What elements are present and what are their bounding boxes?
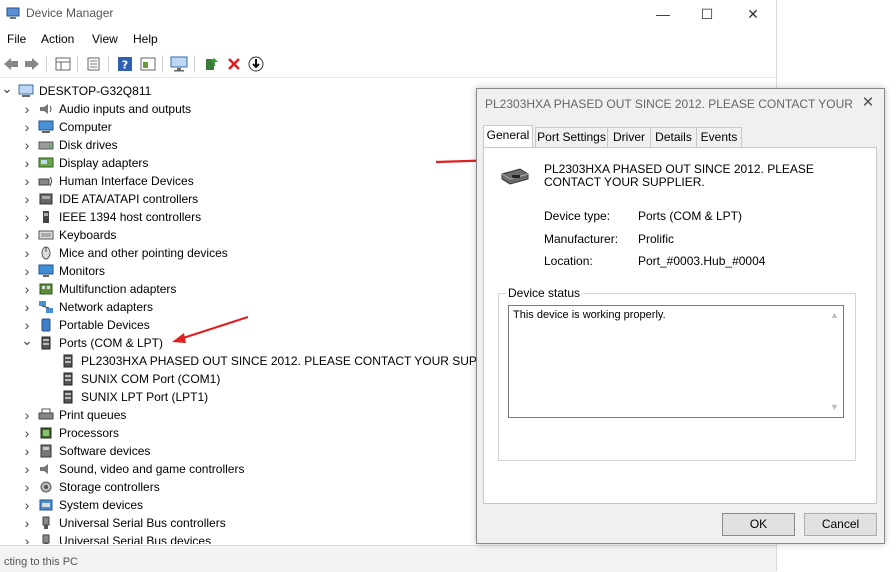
location-value: Port_#0003.Hub_#0004	[638, 254, 766, 268]
tab-details[interactable]: Details	[650, 127, 697, 147]
general-tab-panel: PL2303HXA PHASED OUT SINCE 2012. PLEASE …	[483, 147, 877, 504]
device-properties-dialog: PL2303HXA PHASED OUT SINCE 2012. PLEASE …	[476, 88, 885, 544]
tab-driver[interactable]: Driver	[607, 127, 651, 147]
device-type-value: Ports (COM & LPT)	[638, 209, 743, 223]
tab-port-settings[interactable]: Port Settings	[535, 127, 608, 147]
location-label: Location:	[544, 254, 593, 268]
tab-general[interactable]: General	[483, 125, 533, 148]
cancel-button[interactable]: Cancel	[804, 513, 877, 536]
port-device-icon	[501, 168, 529, 185]
device-status-text: This device is working properly.	[513, 309, 666, 321]
dialog-title: PL2303HXA PHASED OUT SINCE 2012. PLEASE …	[485, 97, 855, 111]
manufacturer-label: Manufacturer:	[544, 232, 619, 246]
device-name: PL2303HXA PHASED OUT SINCE 2012. PLEASE …	[544, 162, 814, 189]
manufacturer-value: Prolific	[638, 232, 675, 246]
ok-button[interactable]: OK	[722, 513, 795, 536]
device-status-textbox[interactable]: This device is working properly. ▲ ▼	[508, 305, 844, 418]
dialog-close-button[interactable]: ✕	[857, 93, 879, 113]
scroll-up-icon[interactable]: ▲	[830, 310, 839, 320]
scroll-down-icon[interactable]: ▼	[830, 402, 839, 412]
device-type-label: Device type:	[544, 209, 611, 223]
tab-events[interactable]: Events	[696, 127, 742, 147]
arrow-to-ports	[172, 315, 249, 343]
device-status-legend: Device status	[506, 286, 583, 300]
